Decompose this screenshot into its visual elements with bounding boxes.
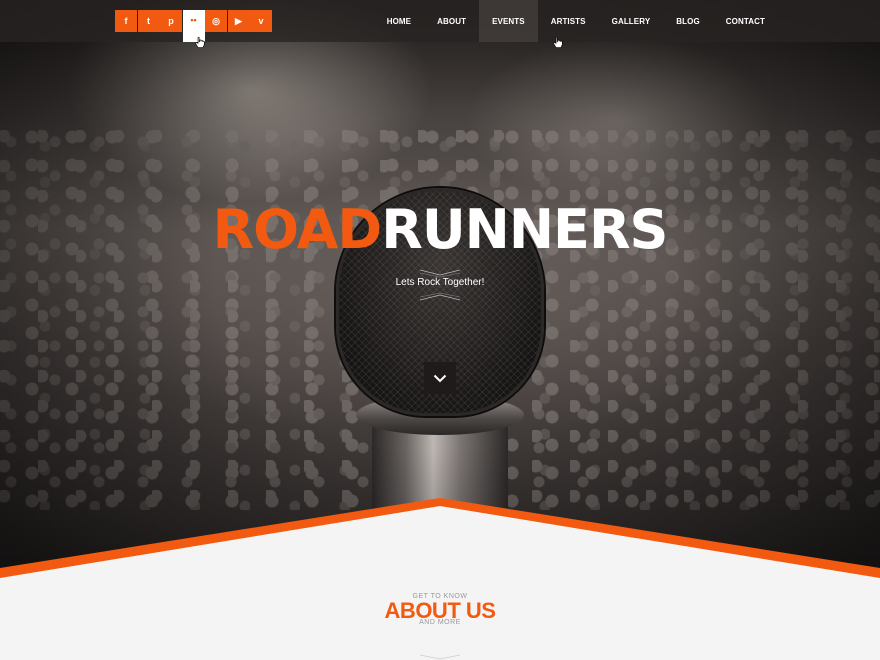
about-section-shape (0, 498, 880, 660)
nav-home[interactable]: HOME (374, 0, 424, 42)
logo-road: ROAD (212, 198, 383, 261)
pinterest-icon[interactable]: p (160, 10, 182, 32)
twitter-icon[interactable]: t (137, 10, 160, 32)
nav-contact[interactable]: CONTACT (713, 0, 778, 42)
hero-vignette (0, 0, 880, 580)
about-section (0, 498, 880, 660)
hand-cursor-icon (195, 37, 205, 48)
about-divider (420, 654, 460, 660)
hero-tagline: Lets Rock Together! (395, 277, 485, 288)
instagram-icon[interactable]: ◎ (205, 10, 227, 32)
facebook-icon[interactable]: f (115, 10, 137, 32)
nav-blog[interactable]: BLOG (663, 0, 713, 42)
logo-runners: RUNNERS (381, 198, 668, 261)
chevron-down-icon (433, 374, 447, 382)
nav-about[interactable]: ABOUT (424, 0, 479, 42)
nav-artists[interactable]: ARTISTS (538, 0, 599, 42)
nav-events[interactable]: EVENTS (479, 0, 538, 42)
top-navigation-bar: f t p •• ◎ ▶ v HOME ABOUT EVENTS ARTISTS… (0, 0, 880, 42)
youtube-icon[interactable]: ▶ (227, 10, 250, 32)
vimeo-icon[interactable]: v (250, 10, 272, 32)
hero-section (0, 0, 880, 580)
about-subtitle: AND MORE (419, 619, 461, 626)
tagline-divider-bottom (420, 292, 460, 301)
scroll-down-button[interactable] (424, 362, 456, 394)
main-nav: HOME ABOUT EVENTS ARTISTS GALLERY BLOG C… (374, 0, 778, 42)
social-links: f t p •• ◎ ▶ v (115, 10, 273, 42)
site-logo[interactable]: ROADRUNNERS (0, 200, 880, 260)
hand-cursor-icon (553, 37, 563, 48)
nav-gallery[interactable]: GALLERY (599, 0, 664, 42)
